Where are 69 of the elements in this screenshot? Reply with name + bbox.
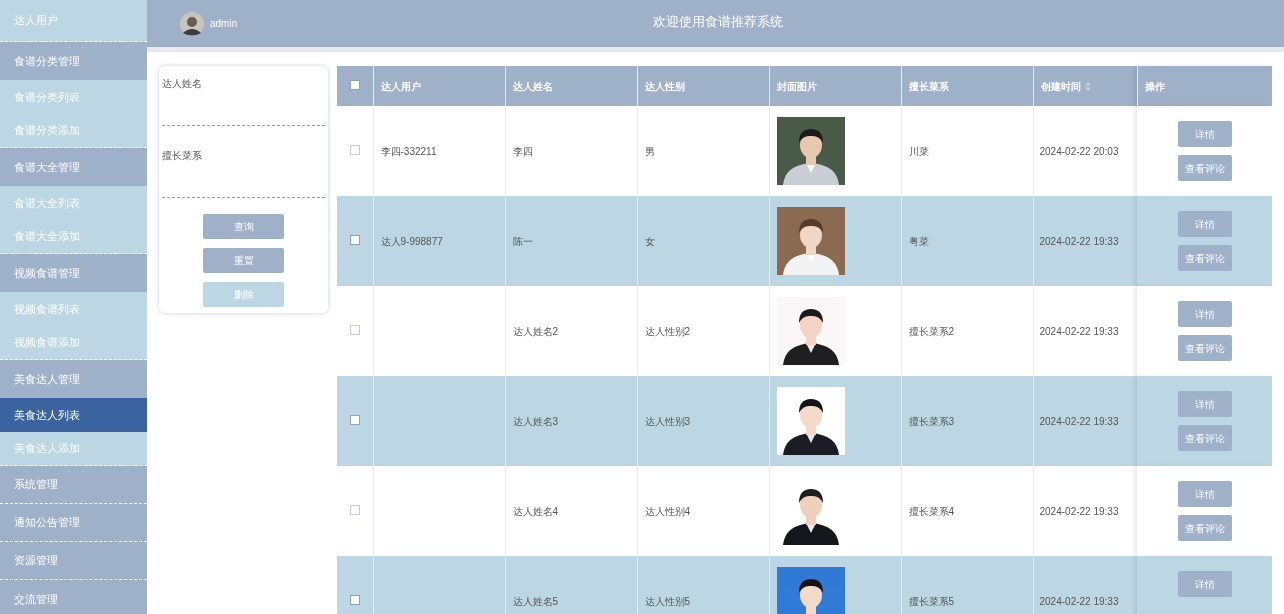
username: admin	[210, 17, 238, 31]
field-label: 擅长菜系	[162, 149, 203, 161]
checkbox[interactable]	[349, 594, 360, 605]
sidebar-group[interactable]: 视频食谱管理	[0, 254, 147, 292]
column-label: 操作	[1144, 79, 1165, 94]
checkbox[interactable]	[349, 504, 360, 515]
table-cell: 达人性别2	[644, 325, 691, 337]
row-button[interactable]: 查看评论	[1177, 425, 1232, 451]
table-cell: 男	[644, 145, 655, 157]
sidebar-item[interactable]: 美食达人列表	[0, 398, 147, 432]
checkbox[interactable]	[349, 79, 360, 90]
column-label: 达人用户	[380, 79, 421, 94]
column-label: 封面图片	[776, 79, 817, 94]
table-cell: 2024-02-22 19:33	[1039, 595, 1119, 607]
sidebar-group[interactable]: 系统管理	[0, 466, 147, 504]
row-button[interactable]: 查看评论	[1177, 515, 1232, 541]
table-cell: 擅长菜系5	[908, 595, 955, 607]
action-button[interactable]: 查询	[203, 214, 284, 239]
field-label: 达人姓名	[162, 77, 203, 89]
table-cell: 达人姓名3	[512, 415, 559, 427]
column-header[interactable]: 操作	[1137, 66, 1272, 106]
row-button[interactable]: 详情	[1177, 481, 1232, 507]
checkbox[interactable]	[349, 144, 360, 155]
table-cell: 2024-02-22 19:33	[1039, 235, 1119, 247]
table-cell: 达人9-998877	[380, 235, 443, 247]
row-button[interactable]: 详情	[1177, 571, 1232, 597]
row-button[interactable]: 查看评论	[1177, 155, 1232, 181]
table-cell: 粤菜	[908, 235, 929, 247]
table-cell: 擅长菜系2	[908, 325, 955, 337]
table-cell: 达人姓名2	[512, 325, 559, 337]
sort-icon[interactable]	[1084, 81, 1091, 91]
table-cell: 2024-02-22 19:33	[1039, 325, 1119, 337]
sidebar-group[interactable]: 交流管理	[0, 580, 147, 614]
checkbox[interactable]	[349, 234, 360, 245]
table-cell: 2024-02-22 20:03	[1039, 145, 1119, 157]
table-cell: 李四-332211	[380, 145, 437, 157]
table-cell: 擅长菜系3	[908, 415, 955, 427]
row-button[interactable]: 查看评论	[1177, 245, 1232, 271]
sidebar-group[interactable]: 美食达人管理	[0, 360, 147, 398]
table-cell: 2024-02-22 19:33	[1039, 415, 1119, 427]
table-cell: 女	[644, 235, 655, 247]
table-cell: 李四	[512, 145, 533, 157]
sidebar-group[interactable]: 食谱分类管理	[0, 42, 147, 80]
row-button[interactable]: 详情	[1177, 391, 1232, 417]
table-cell: 擅长菜系4	[908, 505, 955, 517]
column-label: 达人姓名	[512, 79, 553, 94]
column-label: 创建时间	[1040, 79, 1081, 94]
table-cell: 达人姓名5	[512, 595, 559, 607]
table-cell: 川菜	[908, 145, 929, 157]
sidebar-group[interactable]: 资源管理	[0, 542, 147, 580]
table-cell: 达人姓名4	[512, 505, 559, 517]
sidebar-group[interactable]: 食谱大全管理	[0, 148, 147, 186]
checkbox[interactable]	[349, 414, 360, 425]
table-cell: 陈一	[512, 235, 533, 247]
checkbox[interactable]	[349, 324, 360, 335]
column-label: 达人性别	[644, 79, 685, 94]
table-cell: 达人性别3	[644, 415, 691, 427]
table-cell: 达人性别5	[644, 595, 691, 607]
row-button[interactable]: 查看评论	[1177, 335, 1232, 361]
table-cell: 达人性别4	[644, 505, 691, 517]
row-button[interactable]: 详情	[1177, 121, 1232, 147]
row-button[interactable]: 详情	[1177, 301, 1232, 327]
page-title: 欢迎使用食谱推荐系统	[653, 13, 783, 31]
row-button[interactable]: 详情	[1177, 211, 1232, 237]
action-button[interactable]: 重置	[203, 248, 284, 273]
column-label: 擅长菜系	[908, 79, 949, 94]
avatar[interactable]	[180, 11, 204, 36]
table-cell: 2024-02-22 19:33	[1039, 505, 1119, 517]
sidebar-group[interactable]: 通知公告管理	[0, 504, 147, 542]
